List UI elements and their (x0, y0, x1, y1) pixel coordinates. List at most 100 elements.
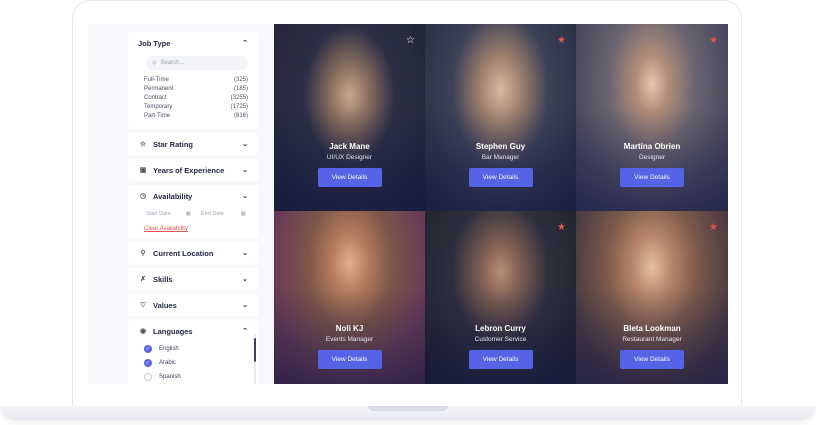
option-label: Permanent (144, 86, 174, 92)
favorite-star-icon[interactable]: ★ (557, 223, 566, 233)
star-rating-panel[interactable]: ☆ Star Rating ⌄ (128, 133, 258, 155)
languages-header[interactable]: ◉ Languages ⌃ (138, 320, 248, 342)
clear-availability-link[interactable]: Clear Availability (138, 226, 248, 238)
chevron-up-icon[interactable]: ⌃ (242, 39, 248, 47)
profile-role: UI/UX Designer (326, 154, 373, 161)
profile-role: Bar Manager (481, 154, 520, 161)
profile-name: Stephen Guy (475, 142, 526, 151)
profile-name: Noli KJ (335, 324, 364, 333)
job-type-option-part-time[interactable]: Part-Time (816) (144, 112, 248, 121)
search-icon: ⚲ (152, 60, 157, 67)
job-type-option-contract[interactable]: Contract (3255) (144, 94, 248, 103)
profile-name: Bleta Lookman (623, 324, 681, 333)
view-details-button[interactable]: View Details (468, 168, 533, 187)
checkbox-checked-icon[interactable]: ✓ (144, 345, 152, 353)
chevron-down-icon[interactable]: ⌄ (242, 275, 248, 283)
job-type-option-full-time[interactable]: Full-Time (325) (144, 76, 248, 85)
job-type-title: Job Type (138, 38, 171, 48)
app-screen: Job Type ⌃ ⚲ Search... Full-Time (325) Pe… (88, 24, 728, 384)
favorite-star-icon[interactable]: ★ (709, 36, 718, 46)
option-label: Full-Time (144, 77, 169, 83)
chevron-down-icon[interactable]: ⌄ (242, 140, 248, 148)
profile-role: Customer Service (474, 336, 527, 343)
option-label: Contract (144, 95, 167, 101)
end-date-field[interactable]: End Date ▦ (199, 208, 248, 220)
end-date-placeholder: End Date (201, 211, 224, 217)
chevron-down-icon[interactable]: ⌄ (242, 192, 248, 200)
search-placeholder: Search... (160, 60, 185, 66)
skills-title: Skills (153, 274, 173, 284)
laptop-notch (368, 406, 448, 411)
job-type-search-input[interactable]: ⚲ Search... (146, 56, 248, 70)
years-experience-title: Years of Experience (153, 165, 225, 175)
calendar-icon: ▦ (185, 211, 191, 217)
view-details-button[interactable]: View Details (620, 168, 684, 187)
values-panel[interactable]: ♡ Values ⌄ (128, 294, 258, 316)
checkbox-unchecked-icon[interactable] (144, 373, 152, 381)
profile-card[interactable]: ★ Lebron Curry Customer Service View Det… (425, 211, 576, 384)
languages-panel: ◉ Languages ⌃ ✓ English ✓ Arabic Spanish (128, 320, 258, 384)
availability-header[interactable]: ◷ Availability ⌄ (138, 185, 248, 207)
briefcase-icon: ▣ (139, 167, 147, 174)
profile-role: Events Manager (325, 336, 374, 343)
view-details-button[interactable]: View Details (620, 350, 684, 369)
tools-icon: ✗ (140, 276, 146, 283)
favorite-star-icon[interactable]: ★ (557, 36, 566, 46)
job-type-option-temporary[interactable]: Temporary (1725) (144, 103, 248, 112)
job-type-header[interactable]: Job Type ⌃ (138, 32, 248, 54)
profile-name: Martina Obrien (623, 142, 681, 151)
profile-card[interactable]: ★ Martina Obrien Designer View Details (576, 24, 728, 211)
view-details-button[interactable]: View Details (317, 168, 382, 187)
start-date-field[interactable]: Start Date ▦ (144, 208, 193, 220)
favorite-star-icon[interactable]: ★ (709, 223, 718, 233)
option-count: (325) (233, 77, 248, 83)
chevron-up-icon[interactable]: ⌃ (242, 327, 248, 335)
current-location-panel[interactable]: ⚲ Current Location ⌄ (128, 242, 258, 264)
profile-card[interactable]: ★ Stephen Guy Bar Manager View Details (425, 24, 576, 211)
heart-icon: ♡ (139, 302, 147, 309)
profile-card[interactable]: Noli KJ Events Manager View Details (274, 211, 425, 384)
sidebar-scrollbar-thumb[interactable] (254, 338, 256, 362)
job-type-option-permanent[interactable]: Permanent (185) (144, 85, 248, 94)
profile-card[interactable]: ☆ Jack Mane UI/UX Designer View Details (274, 24, 425, 211)
calendar-icon: ▦ (240, 211, 246, 217)
language-label: Arabic (159, 360, 177, 366)
clock-icon: ◷ (139, 193, 147, 200)
profile-role: Restaurant Manager (622, 336, 682, 343)
current-location-title: Current Location (153, 248, 214, 258)
star-icon: ☆ (139, 141, 147, 148)
option-count: (3255) (230, 95, 248, 101)
location-pin-icon: ⚲ (140, 250, 146, 257)
language-option-english[interactable]: ✓ English (138, 342, 248, 356)
chevron-down-icon[interactable]: ⌄ (242, 301, 248, 309)
favorite-star-icon[interactable]: ☆ (406, 36, 415, 46)
availability-panel: ◷ Availability ⌄ Start Date ▦ End Date ▦ C… (128, 185, 258, 238)
language-option-arabic[interactable]: ✓ Arabic (138, 356, 248, 370)
chevron-down-icon[interactable]: ⌄ (242, 166, 248, 174)
chevron-down-icon[interactable]: ⌄ (242, 249, 248, 257)
profile-role: Designer (638, 154, 665, 161)
job-type-panel: Job Type ⌃ ⚲ Search... Full-Time (325) Pe… (128, 32, 258, 129)
availability-title: Availability (153, 191, 193, 201)
years-experience-panel[interactable]: ▣ Years of Experience ⌄ (128, 159, 258, 181)
profile-name: Jack Mane (329, 142, 370, 151)
option-count: (185) (233, 86, 248, 92)
view-details-button[interactable]: View Details (468, 350, 533, 369)
languages-title: Languages (153, 326, 193, 336)
option-count: (1725) (230, 104, 248, 110)
start-date-placeholder: Start Date (146, 211, 171, 217)
view-details-button[interactable]: View Details (317, 350, 382, 369)
filter-sidebar: Job Type ⌃ ⚲ Search... Full-Time (325) Pe… (128, 32, 258, 384)
skills-panel[interactable]: ✗ Skills ⌄ (128, 268, 258, 290)
profile-card[interactable]: ★ Bleta Lookman Restaurant Manager View … (576, 211, 728, 384)
profile-grid: ☆ Jack Mane UI/UX Designer View Details … (274, 24, 728, 384)
language-option-spanish[interactable]: Spanish (138, 370, 248, 384)
option-count: (816) (233, 113, 248, 119)
language-label: Spanish (159, 374, 181, 380)
star-rating-title: Star Rating (153, 139, 194, 149)
option-label: Part-Time (144, 113, 171, 119)
option-label: Temporary (144, 104, 173, 110)
profile-name: Lebron Curry (475, 324, 526, 333)
language-label: English (159, 346, 179, 352)
checkbox-checked-icon[interactable]: ✓ (144, 359, 152, 367)
